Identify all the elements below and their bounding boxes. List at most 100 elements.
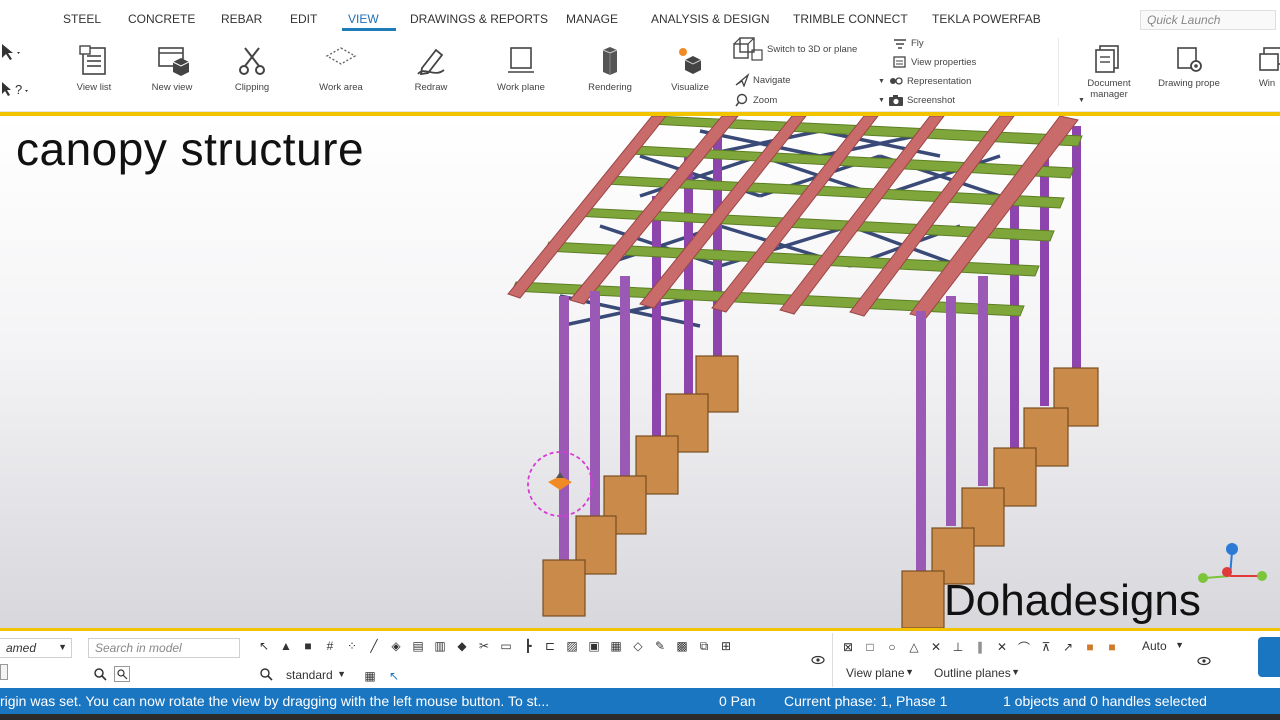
menu-drawings-reports[interactable]: DRAWINGS & REPORTS xyxy=(410,12,548,26)
snap-orange-icon[interactable]: ■ xyxy=(1082,639,1098,655)
arrow-icon xyxy=(2,44,20,60)
menu-tekla-powerfab[interactable]: TEKLA POWERFAB xyxy=(932,12,1041,26)
work-plane-label: Work plane xyxy=(497,82,545,93)
redraw-button[interactable]: Redraw xyxy=(408,44,454,93)
rendering-button[interactable]: Rendering xyxy=(586,44,634,93)
select-edit-icon[interactable]: ✎ xyxy=(652,638,668,654)
redraw-pencil-icon xyxy=(417,48,445,76)
outline-planes-combo[interactable]: Outline planes ▼ xyxy=(928,664,1024,684)
menu-rebar[interactable]: REBAR xyxy=(221,12,262,26)
view-list-button[interactable]: View list xyxy=(70,44,118,93)
selection-filter-combo[interactable]: amed ▼ xyxy=(0,638,72,658)
select-drawing-icon[interactable]: ▦ xyxy=(608,638,624,654)
view-properties-label: View properties xyxy=(911,56,977,68)
menu-steel[interactable]: STEEL xyxy=(63,12,101,26)
screenshot-button[interactable]: ▼ Screenshot ▼ xyxy=(878,93,1085,107)
select-surface-icon[interactable]: ▣ xyxy=(586,638,602,654)
select-arrow-tool[interactable] xyxy=(0,42,22,60)
snap-triangle-icon[interactable]: △ xyxy=(906,639,922,655)
select-plane-icon[interactable]: ▩ xyxy=(674,638,690,654)
model-3d-viewport[interactable]: canopy structure Dohadesigns xyxy=(0,116,1280,628)
select-cut-icon[interactable]: ✂ xyxy=(476,638,492,654)
navigate-label: Navigate xyxy=(753,74,791,86)
select-assembly-icon[interactable]: ◈ xyxy=(388,638,404,654)
switch-3d-plane-button[interactable]: Switch to 3D or plane xyxy=(732,36,857,62)
select-points-icon[interactable]: ⁘ xyxy=(344,638,360,654)
menu-analysis-design[interactable]: ANALYSIS & DESIGN xyxy=(651,12,769,26)
snap-arc-icon[interactable]: ⌒ xyxy=(1016,639,1032,655)
select-grid-icon[interactable]: # xyxy=(322,638,338,654)
camera-icon xyxy=(888,95,903,106)
grid-snap-icon[interactable]: ▦ xyxy=(362,668,378,684)
scissors-icon xyxy=(239,47,265,75)
menu-concrete[interactable]: CONCRETE xyxy=(128,12,195,26)
snap-parallel-icon[interactable]: ∥ xyxy=(972,639,988,655)
work-plane-button[interactable]: Work plane xyxy=(496,44,546,93)
status-message: rigin was set. You can now rotate the vi… xyxy=(0,693,550,709)
new-view-button[interactable]: New view xyxy=(148,44,196,93)
select-connection-icon[interactable]: ⊏ xyxy=(542,638,558,654)
work-area-button[interactable]: Work area xyxy=(316,44,366,93)
windows-button[interactable]: Win xyxy=(1254,44,1280,89)
visualize-button[interactable]: Visualize xyxy=(668,44,712,93)
cursor-snap-icon[interactable]: ↖ xyxy=(386,668,402,684)
snap-x-icon[interactable]: ✕ xyxy=(928,639,944,655)
fly-button[interactable]: Fly xyxy=(892,36,924,50)
snap-circle-icon[interactable]: ○ xyxy=(884,639,900,655)
select-nested-icon[interactable]: ◇ xyxy=(630,638,646,654)
select-grid-lines-icon[interactable]: ▤ xyxy=(410,638,426,654)
help-tool[interactable]: ? xyxy=(0,80,30,98)
select-line-icon[interactable]: ╱ xyxy=(366,638,382,654)
menu-trimble-connect[interactable]: TRIMBLE CONNECT xyxy=(793,12,908,26)
switch-3d-label: Switch to 3D or plane xyxy=(767,43,858,55)
menu-view[interactable]: VIEW xyxy=(348,12,379,26)
snap-settings-icon[interactable] xyxy=(258,666,274,682)
zoom-selected-icon[interactable] xyxy=(114,666,130,682)
selection-count: 1 objects and 0 handles selected xyxy=(1003,693,1207,709)
visualize-icon xyxy=(679,48,702,74)
select-component-icon[interactable]: ▨ xyxy=(564,638,580,654)
representation-button[interactable]: ▼ Representation xyxy=(878,74,971,88)
view-properties-button[interactable]: View properties xyxy=(892,55,976,69)
select-group-icon[interactable]: ⧉ xyxy=(696,638,712,654)
select-weld-icon[interactable]: ▭ xyxy=(498,638,514,654)
snap-any-icon[interactable]: ⊼ xyxy=(1038,639,1054,655)
snap-intersection-icon[interactable]: ✕ xyxy=(994,639,1010,655)
search-in-model-input[interactable]: Search in model xyxy=(88,638,240,658)
clipping-button[interactable]: Clipping xyxy=(228,44,276,93)
drawing-properties-button[interactable]: Drawing prope xyxy=(1156,44,1222,89)
zoom-button[interactable]: Zoom xyxy=(734,93,777,107)
menu-manage[interactable]: MANAGE xyxy=(566,12,618,26)
standard-settings-combo[interactable]: standard ▼ xyxy=(280,666,350,686)
view-plane-value: View plane xyxy=(846,666,905,680)
visibility-eye-icon[interactable] xyxy=(810,652,826,668)
select-reference-icon[interactable]: ▥ xyxy=(432,638,448,654)
snap-perpendicular-icon[interactable]: ⊥ xyxy=(950,639,966,655)
select-handle-icon[interactable]: ◆ xyxy=(454,638,470,654)
document-manager-button[interactable]: Document manager xyxy=(1082,44,1136,100)
snap-extra-icon[interactable]: ■ xyxy=(1104,639,1120,655)
snap-cross-icon[interactable]: ⊠ xyxy=(840,639,856,655)
side-panel-tab[interactable] xyxy=(1258,637,1280,677)
select-object-icon[interactable]: ■ xyxy=(300,638,316,654)
watermark-text: Dohadesigns xyxy=(944,576,1201,625)
search-icon[interactable] xyxy=(92,666,108,682)
select-rebar-icon[interactable]: ┣ xyxy=(520,638,536,654)
coordinate-axes-icon xyxy=(1198,543,1267,583)
menu-edit[interactable]: EDIT xyxy=(290,12,317,26)
select-part-icon[interactable]: ▲ xyxy=(278,638,294,654)
select-arrow-icon[interactable]: ↖ xyxy=(256,638,272,654)
auto-snap-combo[interactable]: Auto ▼ xyxy=(1136,637,1188,657)
quick-launch-input[interactable]: Quick Launch xyxy=(1140,10,1276,30)
visibility-eye-icon[interactable] xyxy=(1196,653,1212,669)
fly-icon xyxy=(894,39,906,49)
view-plane-combo[interactable]: View plane ▼ xyxy=(840,664,918,684)
canopy-model[interactable] xyxy=(0,116,1280,628)
snap-direction-icon[interactable]: ↗ xyxy=(1060,639,1076,655)
select-snap-icon[interactable]: ⊞ xyxy=(718,638,734,654)
document-manager-label: Document manager xyxy=(1087,78,1131,100)
navigate-button[interactable]: Navigate xyxy=(734,73,791,87)
snap-square-icon[interactable]: □ xyxy=(862,639,878,655)
work-plane-icon xyxy=(508,47,534,73)
current-phase[interactable]: Current phase: 1, Phase 1 xyxy=(784,693,947,709)
